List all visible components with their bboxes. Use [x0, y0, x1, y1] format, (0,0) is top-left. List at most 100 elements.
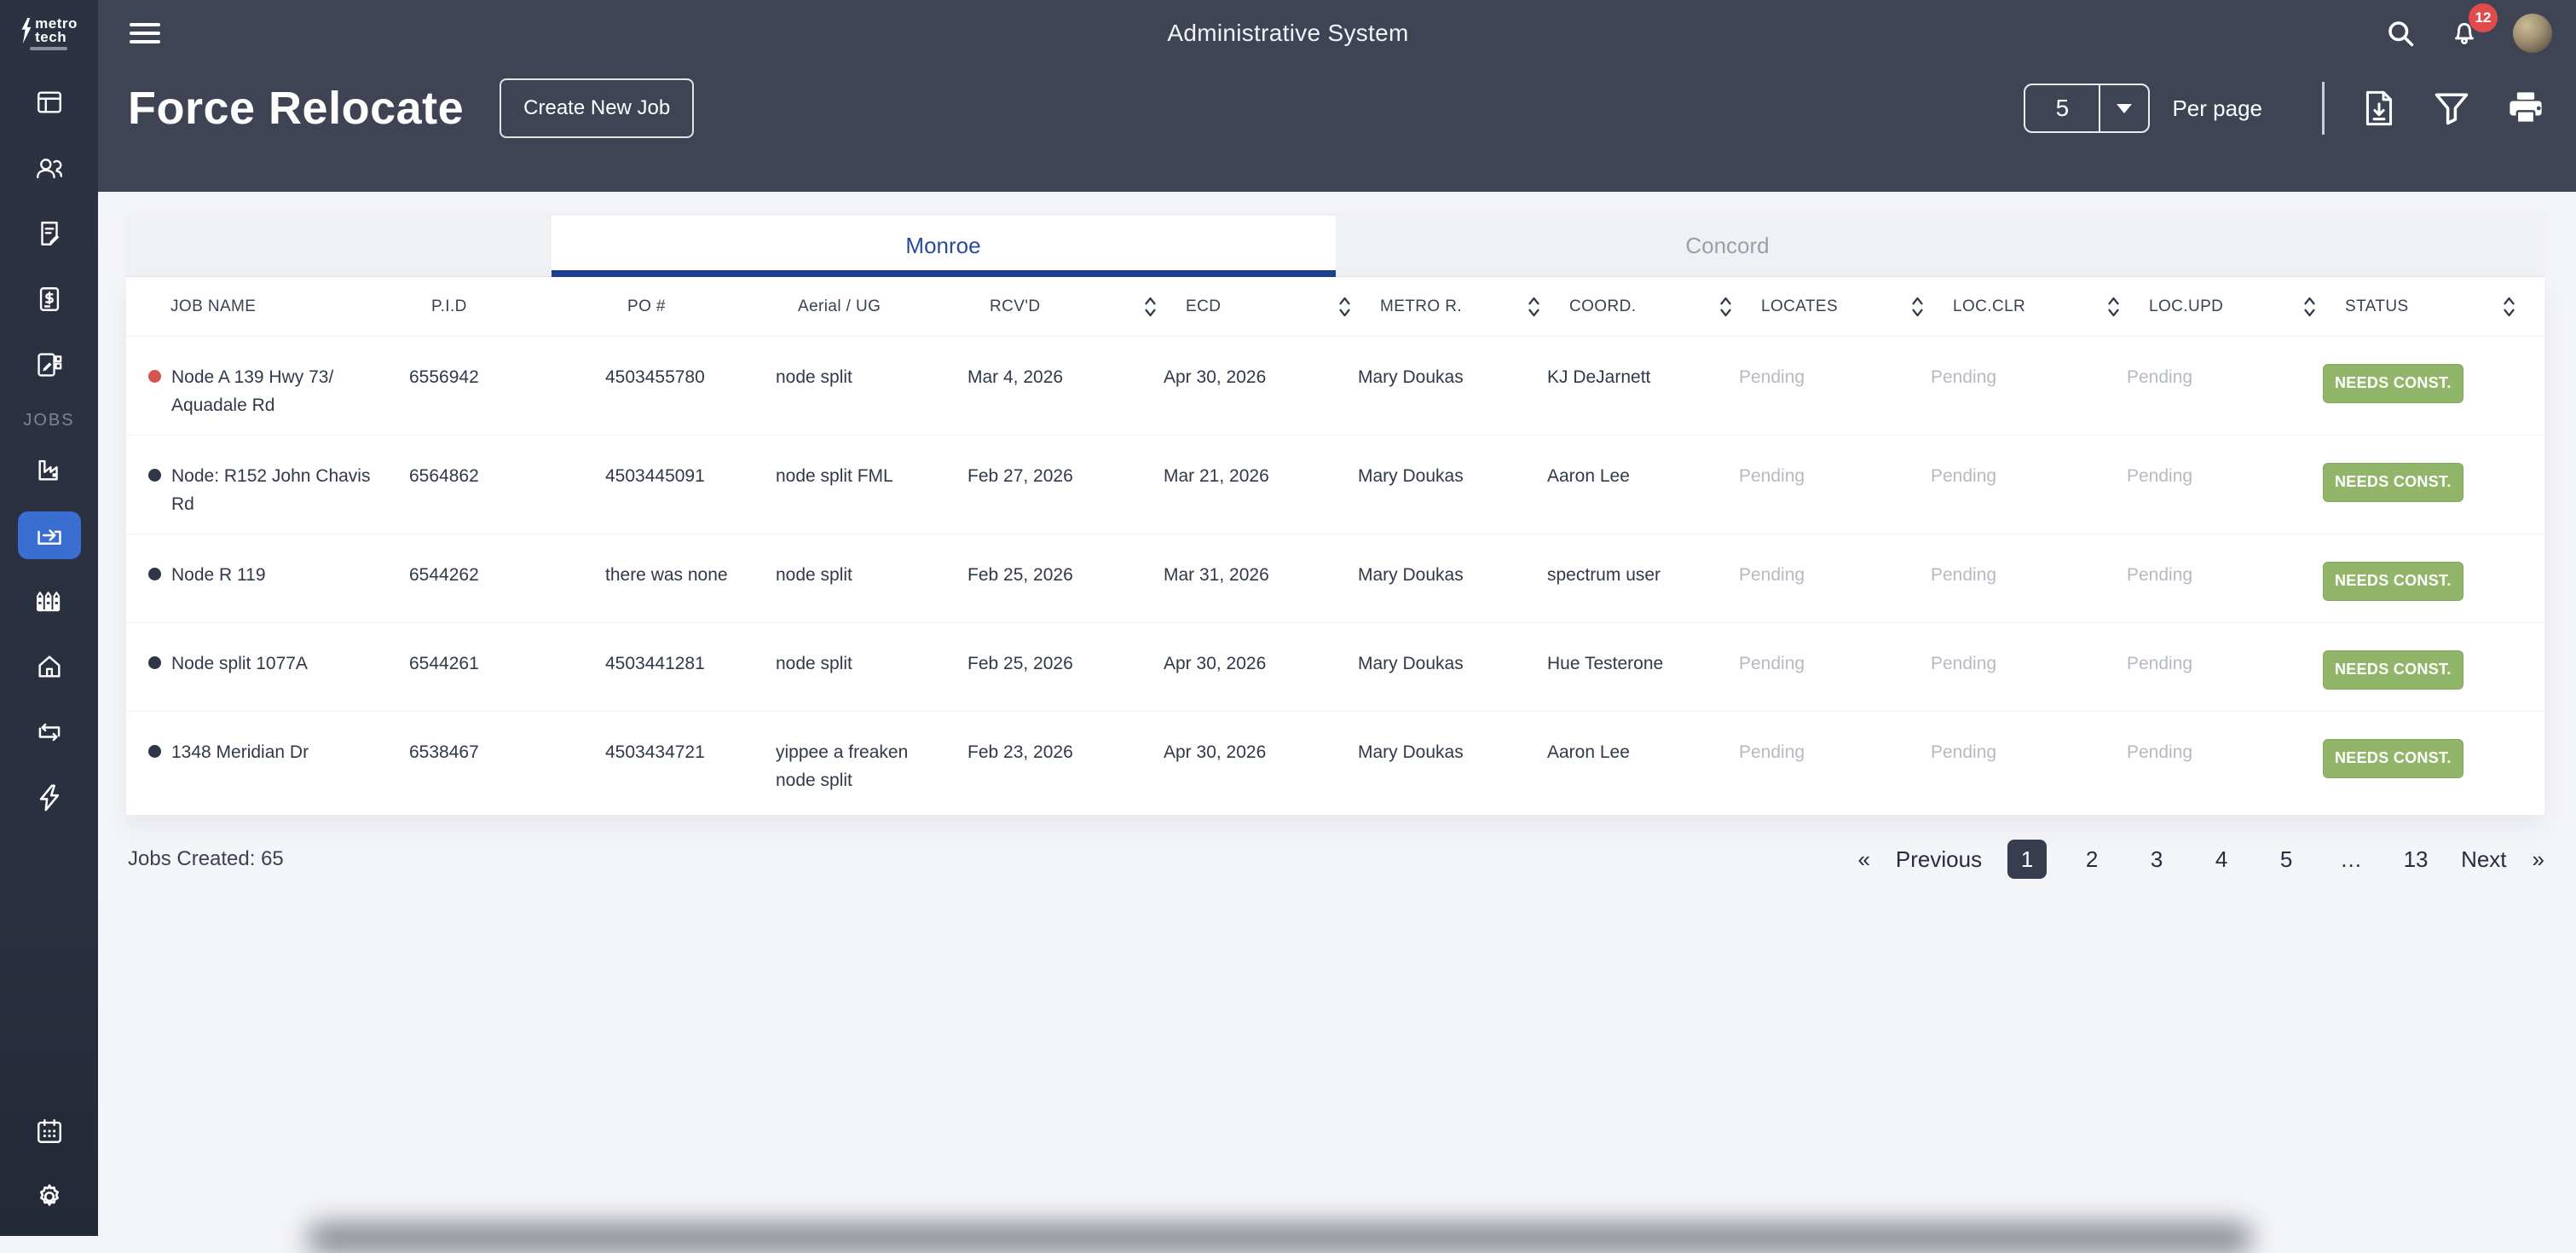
sort-icon[interactable] [1911, 296, 1924, 318]
loc-upd-cell: Pending [2127, 565, 2193, 586]
sort-icon[interactable] [1338, 296, 1351, 318]
sidebar-item-force-relocate[interactable] [17, 511, 81, 559]
sidebar-nav-main [18, 78, 81, 389]
sort-icon[interactable] [2503, 296, 2515, 318]
print-icon[interactable] [2507, 91, 2544, 125]
sort-icon[interactable] [1719, 296, 1732, 318]
pagination-page-3[interactable]: 3 [2137, 840, 2176, 879]
sort-icon[interactable] [2303, 296, 2316, 318]
sort-icon[interactable] [1528, 296, 1540, 318]
locates-cell: Pending [1739, 742, 1805, 763]
aerial-ug-cell: node split FML [776, 466, 893, 487]
pagination-page-13[interactable]: 13 [2396, 840, 2435, 879]
loc-upd-cell: Pending [2127, 466, 2193, 487]
calendar-icon [37, 1119, 61, 1143]
bolt-icon [39, 784, 59, 811]
row-status-dot [148, 568, 161, 581]
create-new-job-button[interactable]: Create New Job [500, 78, 695, 138]
search-icon[interactable] [2385, 18, 2416, 49]
column-header[interactable]: ECD [1186, 296, 1380, 318]
pagination-prev[interactable]: Previous [1896, 846, 1982, 873]
column-header[interactable]: COORD. [1569, 296, 1761, 318]
bottom-shadow [307, 1224, 2252, 1253]
toolbar-divider [2322, 82, 2325, 135]
sidebar-item-flash[interactable] [18, 774, 81, 822]
row-status-dot [148, 745, 161, 759]
table-row[interactable]: Node R 119 6544262 there was none node s… [126, 534, 2544, 622]
column-header[interactable]: Aerial / UG [798, 297, 990, 316]
aerial-ug-cell: node split [776, 565, 852, 586]
app-title: Administrative System [1167, 20, 1409, 46]
column-header[interactable]: STATUS [2345, 296, 2544, 318]
coord-cell: Aaron Lee [1547, 466, 1630, 487]
pagination-page-4[interactable]: 4 [2202, 840, 2241, 879]
table-row[interactable]: Node split 1077A 6544261 4503441281 node… [126, 622, 2544, 711]
ecd-cell: Mar 31, 2026 [1164, 565, 1269, 586]
ecd-cell: Apr 30, 2026 [1164, 742, 1267, 763]
sidebar-item-invoices[interactable] [18, 275, 81, 323]
status-badge: NEEDS CONST. [2323, 650, 2463, 690]
table-row[interactable]: Node A 139 Hwy 73/ Aquadale Rd 6556942 4… [126, 337, 2544, 435]
sidebar-item-calendar[interactable] [18, 1107, 81, 1155]
sort-icon[interactable] [2107, 296, 2120, 318]
column-header[interactable]: PO # [627, 297, 798, 316]
notification-badge: 12 [2469, 3, 2498, 32]
caret-down-icon [2117, 103, 2133, 113]
locates-cell: Pending [1739, 565, 1805, 586]
sidebar-item-home[interactable] [18, 643, 81, 690]
app-root: Administrative System 12 Force Relocate … [0, 0, 2576, 1253]
loc-clr-cell: Pending [1931, 565, 1997, 586]
sidebar-item-repeat[interactable] [18, 708, 81, 756]
app-logo[interactable]: metro tech [20, 0, 78, 66]
document-edit-icon [40, 222, 59, 245]
pagination-page-…[interactable]: … [2331, 840, 2371, 879]
column-header[interactable]: METRO R. [1380, 296, 1569, 318]
page-title: Force Relocate [128, 83, 465, 134]
ecd-cell: Apr 30, 2026 [1164, 654, 1267, 674]
column-header[interactable]: RCV'D [990, 296, 1186, 318]
sidebar-item-buildings[interactable] [18, 577, 81, 625]
filter-icon[interactable] [2434, 91, 2469, 125]
per-page-select[interactable]: 5 [2024, 84, 2151, 133]
per-page-caret[interactable] [2099, 85, 2148, 131]
pid-cell: 6564862 [409, 466, 479, 487]
sidebar-item-notes[interactable] [18, 341, 81, 389]
table-row[interactable]: 1348 Meridian Dr 6538467 4503434721 yipp… [126, 711, 2544, 810]
sidebar-item-factory[interactable] [18, 446, 81, 494]
sort-icon[interactable] [1144, 296, 1157, 318]
tab-monroe[interactable]: Monroe [551, 216, 1336, 277]
user-avatar[interactable] [2513, 14, 2552, 53]
loc-clr-cell: Pending [1931, 466, 1997, 487]
export-file-icon[interactable] [2362, 90, 2396, 127]
sidebar-item-dashboard[interactable] [18, 78, 81, 126]
footer-row: Jobs Created: 65 « Previous 1 2 3 4 5 … 13 Nex… [128, 840, 2544, 879]
status-badge: NEEDS CONST. [2323, 562, 2463, 602]
column-header[interactable]: JOB NAME [170, 297, 431, 316]
pagination-next[interactable]: Next [2461, 846, 2506, 873]
pagination-page-2[interactable]: 2 [2072, 840, 2111, 879]
repeat-icon [38, 723, 60, 742]
column-header[interactable]: LOC.UPD [2149, 296, 2345, 318]
job-name-cell: Node: R152 John Chavis Rd [171, 466, 371, 514]
pagination-next-arrow[interactable]: » [2533, 846, 2544, 873]
pid-cell: 6556942 [409, 367, 479, 387]
rcvd-cell: Feb 25, 2026 [967, 654, 1073, 674]
relocate-icon [37, 529, 61, 545]
column-header[interactable]: LOC.CLR [1953, 296, 2149, 318]
pagination-prev-arrow[interactable]: « [1857, 846, 1869, 873]
rcvd-cell: Feb 23, 2026 [967, 742, 1073, 763]
notifications-bell[interactable]: 12 [2448, 3, 2498, 52]
sidebar-item-users[interactable] [18, 144, 81, 192]
column-header[interactable]: LOCATES [1761, 296, 1953, 318]
column-header[interactable]: P.I.D [431, 297, 627, 316]
tab-concord[interactable]: Concord [1336, 216, 2120, 276]
table-body: Node A 139 Hwy 73/ Aquadale Rd 6556942 4… [126, 337, 2544, 810]
pagination-pages: 1 2 3 4 5 … 13 [2007, 840, 2435, 879]
table-row[interactable]: Node: R152 John Chavis Rd 6564862 450344… [126, 435, 2544, 534]
pagination-page-5[interactable]: 5 [2267, 840, 2306, 879]
gear-icon [39, 1184, 59, 1206]
aerial-ug-cell: node split [776, 367, 852, 387]
sidebar-item-documents[interactable] [18, 210, 81, 257]
pagination-page-1[interactable]: 1 [2007, 840, 2048, 879]
sidebar-item-settings[interactable] [18, 1173, 81, 1221]
